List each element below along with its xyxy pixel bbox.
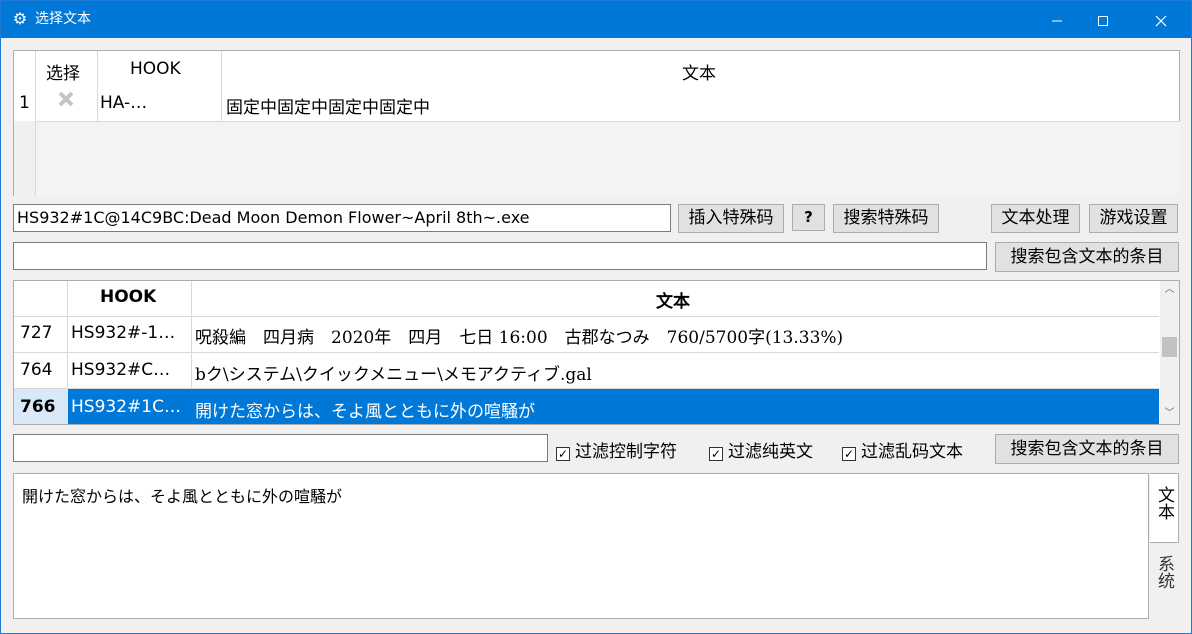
insert-special-code-button[interactable]: 插入特殊码 [678, 204, 784, 233]
close-icon [1155, 15, 1167, 26]
tab-system-label: 系统 [1154, 555, 1174, 589]
title-bar[interactable]: ⚙ 选择文本 [1, 1, 1191, 38]
game-settings-button[interactable]: 游戏设置 [1089, 204, 1178, 233]
scroll-down-icon[interactable]: ﹀ [1160, 405, 1179, 423]
text-display-area[interactable]: 開けた窓からは、そよ風とともに外の喧騒が [13, 473, 1149, 619]
maximize-button[interactable] [1080, 1, 1126, 38]
tab-text-label: 文本 [1154, 486, 1174, 520]
header-hook: HOOK [100, 287, 157, 307]
row-number: 727 [20, 323, 53, 343]
filter-pure-english-label: 过滤纯英文 [728, 442, 813, 462]
checkbox-check-icon: ✓ [842, 447, 856, 461]
text-cell[interactable]: 固定中固定中固定中固定中 [226, 93, 430, 118]
text-list-table: HOOK 文本 727 HS932#-1… 呪殺編 四月病 2020年 四月 七… [13, 280, 1180, 425]
window: ⚙ 选择文本 选择 HOOK 文本 1 HA-… 固定中固定中固定中固定中 HS… [0, 0, 1192, 634]
header-text: 文本 [656, 292, 690, 312]
row-number: 764 [20, 360, 53, 380]
text-process-button[interactable]: 文本处理 [991, 204, 1080, 233]
text-cell[interactable]: 呪殺編 四月病 2020年 四月 七日 16:00 古郡なつみ 760/5700… [195, 323, 1157, 348]
hook-cell[interactable]: HS932#1C… [71, 397, 189, 417]
checkbox-check-icon: ✓ [556, 447, 570, 461]
maximize-icon [1098, 15, 1108, 26]
minimize-button[interactable] [1034, 1, 1080, 38]
gear-icon: ⚙ [12, 9, 28, 28]
window-title: 选择文本 [35, 11, 91, 27]
filter-control-chars-label: 过滤控制字符 [575, 442, 677, 462]
filter-pure-english-checkbox[interactable]: ✓ 过滤纯英文 [709, 437, 813, 462]
text-cell[interactable]: bク\システム\クイックメニュー\メモアクティブ.gal [195, 360, 1157, 385]
scroll-up-icon[interactable]: ︿ [1160, 281, 1179, 299]
checkbox-check-icon: ✓ [709, 447, 723, 461]
search-input[interactable] [13, 242, 987, 270]
row-number: 1 [19, 93, 30, 113]
hook-cell[interactable]: HA-… [100, 93, 147, 113]
header-select: 选择 [46, 64, 80, 84]
scrollbar-thumb[interactable] [1162, 337, 1177, 357]
hook-cell[interactable]: HS932#-1… [71, 323, 189, 343]
help-button[interactable]: ? [792, 204, 825, 231]
header-text: 文本 [682, 64, 716, 84]
vertical-scrollbar[interactable]: ︿ ﹀ [1160, 281, 1179, 424]
x-icon[interactable] [56, 89, 78, 111]
row-number: 766 [20, 397, 56, 417]
hook-code-input[interactable]: HS932#1C@14C9BC:Dead Moon Demon Flower~A… [13, 204, 671, 232]
search-entries-button[interactable]: 搜索包含文本的条目 [995, 434, 1179, 464]
filter-garbled-checkbox[interactable]: ✓ 过滤乱码文本 [842, 437, 963, 462]
hook-cell[interactable]: HS932#C… [71, 360, 189, 380]
filter-input[interactable] [13, 434, 548, 462]
search-entries-button[interactable]: 搜索包含文本的条目 [995, 242, 1179, 272]
hook-select-table: 选择 HOOK 文本 1 HA-… 固定中固定中固定中固定中 [13, 50, 1180, 196]
search-special-code-button[interactable]: 搜索特殊码 [833, 204, 939, 233]
close-button[interactable] [1138, 1, 1184, 38]
tab-text[interactable]: 文本 [1150, 473, 1179, 543]
header-hook: HOOK [130, 59, 181, 79]
text-cell[interactable]: 開けた窓からは、そよ風とともに外の喧騒が [195, 397, 1157, 422]
tab-system[interactable]: 系统 [1150, 543, 1179, 613]
filter-garbled-label: 过滤乱码文本 [861, 442, 963, 462]
minimize-icon [1052, 20, 1062, 21]
filter-control-chars-checkbox[interactable]: ✓ 过滤控制字符 [556, 437, 677, 462]
